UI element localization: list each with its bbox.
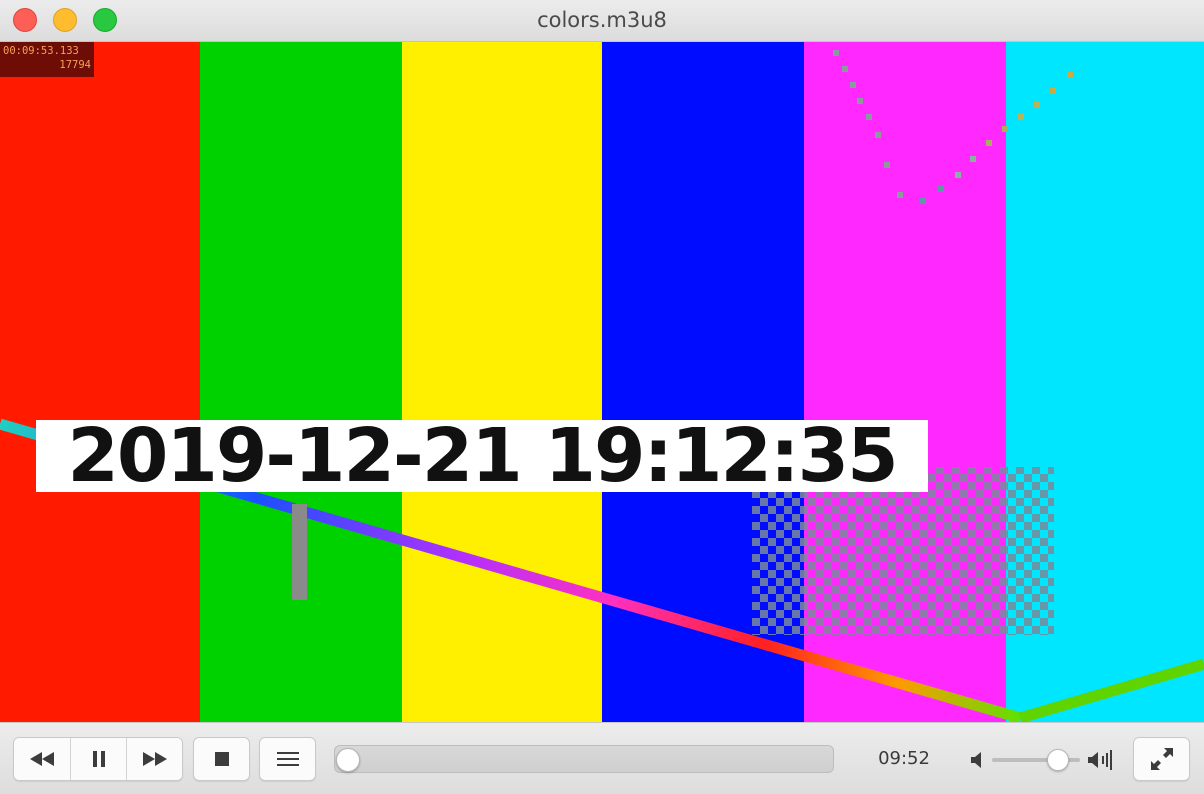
volume-low-icon	[971, 752, 981, 768]
transport-button-group	[13, 737, 183, 781]
volume-high-icon	[1088, 750, 1112, 770]
fullscreen-button[interactable]	[1133, 737, 1190, 781]
burned-in-timestamp: 2019-12-21 19:12:35	[36, 419, 928, 493]
pause-icon	[92, 751, 105, 767]
stop-button[interactable]	[193, 737, 250, 781]
control-bar: 09:52	[0, 722, 1204, 794]
window-title: colors.m3u8	[537, 8, 667, 32]
rewind-button[interactable]	[14, 738, 70, 780]
sweep-line-right	[1018, 658, 1204, 722]
stop-icon	[214, 752, 229, 766]
fullscreen-icon	[1150, 748, 1173, 770]
mute-button[interactable]	[968, 750, 986, 770]
fast-forward-button[interactable]	[126, 738, 182, 780]
debug-timecode: 00:09:53.133	[3, 45, 79, 57]
elapsed-time: 09:52	[878, 748, 930, 769]
title-bar: colors.m3u8	[0, 0, 1204, 42]
playlist-icon	[276, 752, 299, 766]
dot-curve	[833, 50, 1073, 204]
debug-frame-number: 17794	[59, 59, 91, 71]
debug-overlay: 00:09:53.133 17794	[0, 42, 94, 77]
video-overlay-graphics	[0, 50, 1204, 722]
playlist-button[interactable]	[259, 737, 316, 781]
seek-bar[interactable]	[334, 745, 834, 773]
volume-handle[interactable]	[1047, 749, 1069, 771]
max-volume-button[interactable]	[1086, 748, 1116, 772]
gray-marker	[292, 504, 307, 600]
fast-forward-icon	[142, 752, 167, 766]
pause-button[interactable]	[70, 738, 126, 780]
seek-handle[interactable]	[336, 748, 360, 772]
rewind-icon	[30, 752, 54, 766]
video-area[interactable]: 00:09:53.133 17794 2019-12-21 19:12:35	[0, 42, 1204, 722]
